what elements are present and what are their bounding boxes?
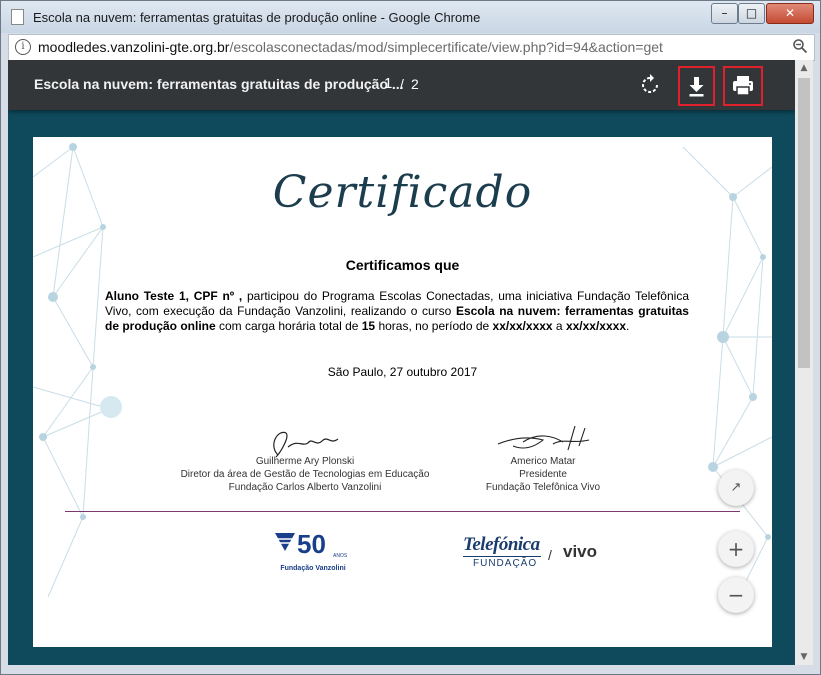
logo-separator: / xyxy=(548,547,552,563)
logo-vz-anos: ANOS xyxy=(333,553,348,559)
telefonica-logo-line xyxy=(463,556,541,557)
telefonica-logo-sub: FUNDAÇÃO xyxy=(473,558,538,569)
body-text-2: com carga horária total de xyxy=(215,319,362,333)
end-date: xx/xx/xxxx xyxy=(565,319,626,333)
url-text[interactable]: moodledes.vanzolini-gte.org.br/escolasco… xyxy=(38,39,663,55)
scroll-down-arrow[interactable]: ▼ xyxy=(795,649,813,665)
signature-2-role: Presidente xyxy=(519,469,567,480)
body-text-3: horas, no período de xyxy=(375,319,493,333)
certificate-date: São Paulo, 27 outubro 2017 xyxy=(327,365,478,379)
signature-2-handwriting xyxy=(497,425,590,451)
signature-1-name: Guilherme Ary Plonski xyxy=(255,456,355,467)
footer-divider xyxy=(65,511,740,512)
logo-vz-caption: Fundação Vanzolini xyxy=(280,565,346,572)
vivo-logo: vivo xyxy=(563,542,598,561)
body-text-5: . xyxy=(626,319,630,333)
close-button[interactable]: ✕ xyxy=(766,3,814,24)
page-separator: / xyxy=(400,76,404,92)
download-icon xyxy=(689,77,704,97)
pdf-viewer: Escola na nuvem: ferramentas gratuitas d… xyxy=(8,60,813,665)
scroll-up-arrow[interactable]: ▲ xyxy=(795,60,813,76)
title-bar: Escola na nuvem: ferramentas gratuitas d… xyxy=(1,1,820,33)
logo-vz-number: 50 xyxy=(297,529,326,559)
certificate-title: Certificado xyxy=(272,167,533,218)
print-icon xyxy=(733,76,753,96)
maximize-button[interactable]: □ xyxy=(738,3,765,24)
scrollbar-thumb[interactable] xyxy=(798,78,810,368)
address-bar[interactable]: i moodledes.vanzolini-gte.org.br/escolas… xyxy=(8,34,815,61)
zoom-in-icon[interactable]: + xyxy=(718,531,754,567)
search-zoom-icon[interactable] xyxy=(792,38,808,54)
browser-window: Escola na nuvem: ferramentas gratuitas d… xyxy=(0,0,821,675)
pdf-page-area: Certificado Certificamos que Aluno Teste… xyxy=(8,110,795,665)
rotate-icon[interactable] xyxy=(636,71,664,99)
signature-1-org: Fundação Carlos Alberto Vanzolini xyxy=(228,482,382,493)
certificate-page: Certificado Certificamos que Aluno Teste… xyxy=(33,137,772,647)
student-name: Aluno Teste 1, CPF nº , xyxy=(105,289,243,303)
signature-2-org: Fundação Telefônica Vivo xyxy=(485,482,601,493)
url-path: /escolasconectadas/mod/simplecertificate… xyxy=(229,39,663,55)
url-host: moodledes.vanzolini-gte.org.br xyxy=(38,39,230,55)
page-number-current[interactable]: 1 xyxy=(384,75,392,92)
body-text-4: a xyxy=(552,319,566,333)
page-number-total: 2 xyxy=(411,76,419,92)
window-title: Escola na nuvem: ferramentas gratuitas d… xyxy=(33,10,481,25)
zoom-out-icon[interactable]: − xyxy=(718,577,754,613)
signature-block-1: Guilherme Ary Plonski Diretor da área de… xyxy=(165,455,445,494)
minimize-button[interactable]: – xyxy=(711,3,738,24)
telefonica-logo-text: Telefónica xyxy=(463,534,540,555)
pdf-toolbar: Escola na nuvem: ferramentas gratuitas d… xyxy=(8,60,795,110)
print-button[interactable] xyxy=(723,66,763,106)
vertical-scrollbar[interactable]: ▲ ▼ xyxy=(795,60,813,665)
document-title: Escola na nuvem: ferramentas gratuitas d… xyxy=(34,76,404,92)
signature-1-role: Diretor da área de Gestão de Tecnologias… xyxy=(180,469,430,480)
page-icon xyxy=(11,9,24,25)
start-date: xx/xx/xxxx xyxy=(492,319,553,333)
signature-2-name: Americo Matar xyxy=(510,456,576,467)
info-icon[interactable]: i xyxy=(15,39,31,55)
signature-block-2: Americo Matar Presidente Fundação Telefô… xyxy=(443,455,643,494)
download-button[interactable] xyxy=(678,66,715,106)
fit-page-icon[interactable]: ↗ xyxy=(718,470,754,506)
certificate-body: Aluno Teste 1, CPF nº , participou do Pr… xyxy=(105,289,689,334)
course-hours: 15 xyxy=(361,319,376,333)
certificate-subtitle: Certificamos que xyxy=(345,257,460,273)
